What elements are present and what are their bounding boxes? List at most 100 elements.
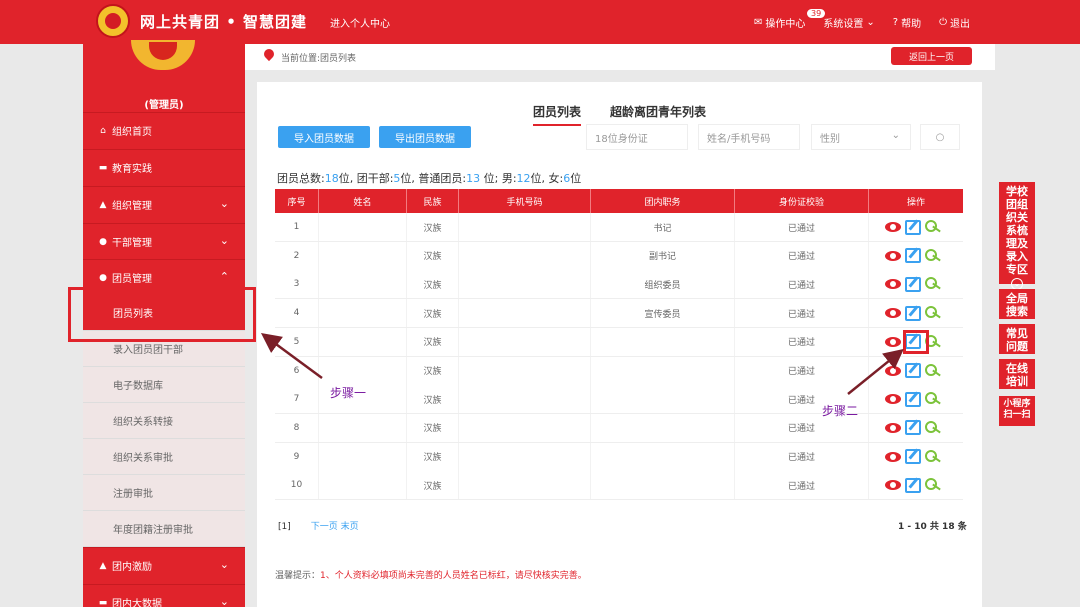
edit-icon[interactable] (905, 363, 921, 378)
next-page-link[interactable]: 下一页 (311, 522, 338, 532)
view-eye-icon[interactable] (885, 365, 901, 376)
table-cell: 汉族 (407, 413, 459, 442)
help-link[interactable]: ? 帮助 (893, 15, 921, 30)
tip-label: 温馨提示： (275, 571, 321, 581)
edit-icon[interactable] (905, 420, 921, 436)
tip-text: 温馨提示：1、个人资料必填项尚未完善的人员姓名已标红，请尽快核实完善。 (275, 568, 587, 581)
sidebar-subitem-registration-approval[interactable]: 注册审批 (83, 475, 245, 511)
import-button[interactable]: 导入团员数据 (278, 126, 370, 148)
name-phone-input[interactable]: 姓名/手机号码 (698, 124, 800, 150)
edit-icon[interactable] (905, 219, 921, 235)
column-header: 身份证校验 (735, 189, 869, 213)
view-eye-icon[interactable] (885, 394, 901, 405)
edit-icon[interactable] (905, 391, 921, 407)
back-button[interactable]: 返回上一页 (891, 47, 972, 65)
summary-end: 位 (570, 172, 582, 185)
key-icon[interactable] (925, 220, 943, 234)
ops-center-link[interactable]: ✉ 操作中心 39 (753, 8, 827, 30)
table-cell (459, 327, 591, 356)
edit-icon[interactable] (905, 276, 921, 292)
export-button[interactable]: 导出团员数据 (379, 126, 471, 148)
table-cell: 汉族 (407, 241, 459, 270)
table-row: 8 汉族 已通过 (275, 413, 963, 443)
key-icon[interactable] (925, 392, 943, 406)
sidebar-item-home[interactable]: ⌂ 组织首页 (83, 112, 245, 148)
edit-icon[interactable] (905, 449, 921, 465)
sidebar-subitem-annual-registration[interactable]: 年度团籍注册审批 (83, 511, 245, 547)
table-cell: 汉族 (407, 213, 459, 241)
sidebar-item-incentive[interactable]: ▲ 团内激励 ⌄ (83, 547, 245, 583)
float-global-search[interactable]: 全局搜索 (999, 289, 1035, 319)
settings-label: 系统设置 (823, 19, 864, 30)
view-eye-icon[interactable] (885, 279, 901, 290)
table-cell (319, 442, 407, 471)
sidebar-item-education[interactable]: ▬ 教育实践 (83, 149, 245, 185)
key-icon[interactable] (925, 363, 943, 378)
table-cell (591, 327, 735, 356)
table-cell: 已通过 (735, 327, 869, 356)
view-eye-icon[interactable] (885, 451, 901, 462)
view-eye-icon[interactable] (885, 336, 901, 347)
table-cell (591, 471, 735, 500)
personal-center-link[interactable]: 进入个人中心 (330, 15, 390, 30)
chevron-down-icon: ⌄ (219, 197, 229, 210)
view-eye-icon[interactable] (885, 250, 901, 261)
edit-icon[interactable] (905, 477, 921, 493)
key-icon[interactable] (925, 478, 943, 492)
row-actions (885, 275, 945, 293)
chevron-down-icon: ⌄ (891, 130, 900, 141)
id-number-input[interactable]: 18位身份证 (586, 124, 688, 150)
sidebar-item-bigdata[interactable]: ▬ 团内大数据 ⌄ (83, 584, 245, 607)
float-school-org-zone[interactable]: 学校团组织关系梳理及录入专区 ⌄ (999, 182, 1035, 290)
member-summary: 团员总数:18位, 团干部:5位, 普通团员:13 位; 男:12位, 女:6位 (277, 170, 581, 186)
view-eye-icon[interactable] (885, 222, 901, 232)
edit-icon[interactable] (905, 305, 921, 321)
key-icon[interactable] (925, 248, 943, 263)
float-online-training[interactable]: 在线培训 (999, 359, 1035, 389)
tab-overage-list[interactable]: 超龄离团青年列表 (610, 103, 706, 120)
settings-menu[interactable]: 系统设置 ⌄ (823, 15, 874, 30)
step1-highlight-box (68, 287, 256, 342)
table-cell: 汉族 (407, 270, 459, 299)
table-row: 1 汉族 书记 已通过 (275, 213, 963, 242)
float-mini-program[interactable]: 小程序扫一扫 (999, 396, 1035, 426)
mail-icon: ✉ (753, 17, 763, 28)
sidebar-subitem-transfer[interactable]: 组织关系转接 (83, 403, 245, 439)
key-icon[interactable] (925, 449, 943, 464)
sidebar-item-cadre[interactable]: ● 干部管理 ⌄ (83, 223, 245, 259)
table-cell (319, 327, 407, 356)
sidebar-subitem-database[interactable]: 电子数据库 (83, 367, 245, 403)
last-page-link[interactable]: 末页 (341, 522, 359, 532)
table-cell: 8 (275, 413, 319, 442)
table-cell: 已通过 (735, 213, 869, 241)
view-eye-icon[interactable] (885, 308, 901, 319)
step2-highlight-box (903, 330, 929, 354)
column-header: 操作 (906, 197, 925, 208)
sidebar-subitem-transfer-approval[interactable]: 组织关系审批 (83, 439, 245, 475)
page-current[interactable]: [1] (278, 522, 291, 532)
view-eye-icon[interactable] (885, 480, 901, 491)
gender-select[interactable]: 性别 ⌄ (811, 124, 911, 150)
table-cell (319, 299, 407, 328)
table-cell: 汉族 (407, 442, 459, 471)
search-button[interactable]: ○ (920, 124, 960, 150)
view-eye-icon[interactable] (885, 422, 901, 433)
breadcrumb-bar (245, 44, 995, 70)
sidebar-item-label: 团内大数据 (112, 599, 162, 607)
table-cell: 4 (275, 299, 319, 328)
float-faq[interactable]: 常见问题 (999, 324, 1035, 354)
table-cell: 已通过 (735, 299, 869, 328)
key-icon[interactable] (925, 306, 943, 320)
float-school-org-label: 学校团组织关系梳理及录入专区 (1006, 185, 1028, 276)
key-icon[interactable] (925, 420, 943, 435)
tab-member-list[interactable]: 团员列表 (533, 103, 582, 126)
summary-cadre-label: 位, 团干部: (338, 172, 394, 185)
table-row: 7 汉族 已通过 (275, 385, 963, 415)
summary-member: 13 (466, 172, 481, 185)
sidebar-item-org[interactable]: ▲ 组织管理 ⌄ (83, 186, 245, 222)
edit-icon[interactable] (905, 248, 921, 264)
key-icon[interactable] (925, 277, 943, 291)
table-row: 6 汉族 已通过 (275, 356, 963, 386)
logout-link[interactable]: ⏻ 退出 (939, 15, 970, 30)
row-actions (885, 218, 945, 236)
